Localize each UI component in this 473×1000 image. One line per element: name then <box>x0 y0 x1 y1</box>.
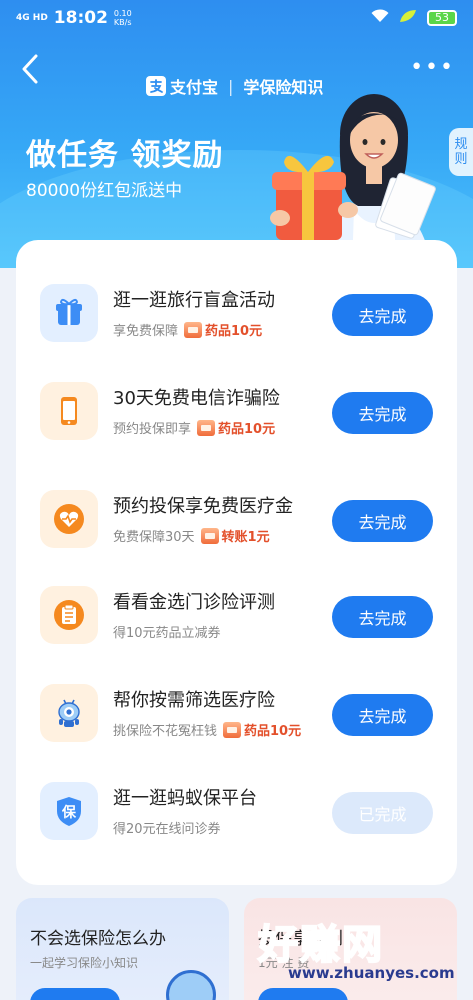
task-row: 帮你按需筛选医疗险挑保险不花冤枉钱 药品10元 去完成 <box>16 640 457 742</box>
alipay-logo-icon <box>146 76 166 96</box>
completed-button[interactable]: 已完成 <box>332 792 433 834</box>
task-row: 看看金选门诊险评测得10元药品立减券 去完成 <box>16 542 457 644</box>
wifi-icon <box>371 9 389 27</box>
task-row: 逛一逛旅行盲盒活动享免费保障 药品10元 去完成 <box>16 240 457 342</box>
task-title: 逛一逛旅行盲盒活动 <box>113 290 275 311</box>
reward-badge: 药品10元 <box>197 418 275 437</box>
robot-mascot-icon <box>166 970 216 1000</box>
watermark-text: 好赚网 <box>257 921 384 969</box>
gift-icon <box>40 284 98 342</box>
reward-gift-icon <box>223 721 242 738</box>
reward-badge: 药品10元 <box>184 320 262 339</box>
brand-name: 支付宝 <box>170 78 219 97</box>
card-subtitle: 一起学习保险小知识 <box>30 956 139 970</box>
clipboard-icon <box>40 586 98 644</box>
task-description-text: 预约投保即享 <box>113 422 192 437</box>
task-description-text: 享免费保障 <box>113 324 179 339</box>
reward-badge: 药品10元 <box>223 720 301 739</box>
learn-insurance-card[interactable]: 不会选保险怎么办 一起学习保险小知识 <box>16 898 229 1000</box>
reward-text: 药品10元 <box>218 422 276 437</box>
complete-task-button[interactable]: 去完成 <box>332 596 433 638</box>
svg-text:保: 保 <box>61 804 77 821</box>
task-description-text: 得10元药品立减券 <box>113 626 221 641</box>
reward-text: 药品10元 <box>244 724 302 739</box>
task-list-card: 逛一逛旅行盲盒活动 享免费保障 药品10元 去完成 30天免费电信诈骗险 预约投保即享 药品… <box>16 240 457 885</box>
complete-task-button[interactable]: 去完成 <box>332 694 433 736</box>
shield-icon: 保 <box>40 782 98 840</box>
task-row: 预约投保享免费医疗金 免费保障30天 转账1元 去完成 <box>16 446 457 548</box>
page-subtitle: 80000份红包派送中 <box>26 181 183 201</box>
reward-text: 药品10元 <box>205 324 263 339</box>
brand-row: 支付宝 | 学保险知识 <box>146 74 323 98</box>
network-speed: 0.10 KB/s <box>113 9 132 27</box>
reward-gift-icon <box>197 419 216 436</box>
battery-indicator: 53 <box>427 10 457 26</box>
task-description: 得10元药品立减券 <box>113 622 221 641</box>
task-title: 帮你按需筛选医疗险 <box>113 690 275 711</box>
complete-task-button[interactable]: 去完成 <box>332 294 433 336</box>
task-description-text: 挑保险不花冤枉钱 <box>113 724 218 739</box>
reward-gift-icon <box>184 321 203 338</box>
task-row: 30天免费电信诈骗险预约投保即享 药品10元 去完成 <box>16 338 457 440</box>
site-watermark: 好赚网 www.zhuanyes.com <box>257 912 455 982</box>
watermark-url: www.zhuanyes.com <box>288 964 455 982</box>
task-title: 看看金选门诊险评测 <box>113 592 275 613</box>
complete-task-button[interactable]: 去完成 <box>332 392 433 434</box>
clock: 18:02 <box>53 8 108 28</box>
section-name: 学保险知识 <box>243 78 324 97</box>
complete-task-button[interactable]: 去完成 <box>332 500 433 542</box>
rules-tab[interactable]: 规则 <box>449 128 473 176</box>
leaf-icon <box>399 9 417 27</box>
task-description: 预约投保即享 药品10元 <box>113 418 275 437</box>
phone-icon <box>40 382 98 440</box>
brand-divider: | <box>228 76 234 96</box>
page-title: 做任务 领奖励 <box>26 138 224 173</box>
card-action-button[interactable] <box>258 988 348 1000</box>
task-description: 享免费保障 药品10元 <box>113 320 262 339</box>
task-description: 得20元在线问诊券 <box>113 818 221 837</box>
task-description-text: 得20元在线问诊券 <box>113 822 221 837</box>
task-title: 30天免费电信诈骗险 <box>113 388 280 409</box>
card-title: 不会选保险怎么办 <box>30 929 166 949</box>
task-title: 逛一逛蚂蚁保平台 <box>113 788 257 809</box>
network-indicator: 4G HD <box>16 12 48 23</box>
task-row: 保 逛一逛蚂蚁保平台得20元在线问诊券 已完成 <box>16 738 457 840</box>
card-action-button[interactable] <box>30 988 120 1000</box>
status-bar: 4G HD 18:02 0.10 KB/s 53 <box>0 0 473 36</box>
task-title: 预约投保享免费医疗金 <box>113 496 293 517</box>
more-dots-icon: ••• <box>410 55 455 80</box>
heart-icon <box>40 490 98 548</box>
task-description: 挑保险不花冤枉钱 药品10元 <box>113 720 301 739</box>
back-button[interactable] <box>18 52 42 86</box>
chevron-left-icon <box>22 54 38 84</box>
robot-mascot-icon <box>40 684 98 742</box>
more-options-button[interactable]: ••• <box>410 55 455 80</box>
